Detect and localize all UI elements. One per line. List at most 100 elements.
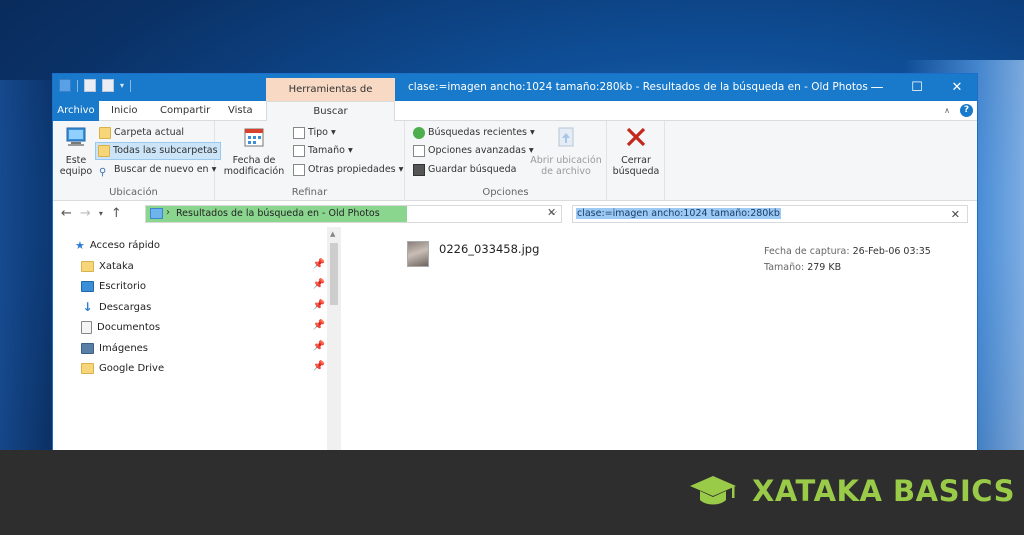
pin-icon[interactable]: 📌	[313, 259, 325, 270]
toolbar-divider	[77, 79, 78, 92]
help-icon[interactable]: ?	[960, 104, 973, 117]
search-input[interactable]: clase:=imagen ancho:1024 tamaño:280kb ✕	[572, 205, 968, 223]
close-button[interactable]: ✕	[937, 74, 977, 101]
nav-item-documentos[interactable]: Documentos 📌	[81, 318, 325, 336]
tipo-button[interactable]: Tipo ▾	[291, 124, 338, 142]
customize-chevron-down-icon[interactable]: ▾	[120, 81, 124, 90]
chevron-down-icon: ▾	[398, 164, 404, 175]
pin-icon[interactable]: 📌	[313, 279, 325, 290]
group-cerrar: Cerrar búsqueda	[607, 121, 665, 201]
properties-list-icon	[293, 164, 305, 176]
results-pane: 0226_033458.jpg Fecha de captura: 26-Feb…	[341, 227, 977, 452]
nav-item-escritorio[interactable]: Escritorio 📌	[81, 277, 325, 295]
recent-locations-chevron-icon[interactable]: ▾	[99, 209, 103, 218]
busquedas-recientes-button[interactable]: Búsquedas recientes ▾	[411, 124, 537, 142]
tab-compartir[interactable]: Compartir	[152, 101, 218, 121]
breadcrumb: Resultados de la búsqueda en - Old Photo…	[176, 208, 380, 219]
tamano-button[interactable]: Tamaño ▾	[291, 142, 355, 160]
computer-icon	[66, 127, 86, 146]
address-bar: ← → ▾ ↑ › Resultados de la búsqueda en -…	[53, 201, 977, 227]
opciones-avanzadas-button[interactable]: Opciones avanzadas ▾	[411, 142, 536, 160]
fecha-modificacion-button[interactable]: Fecha de modificación	[219, 125, 289, 177]
folder-icon	[81, 260, 94, 272]
todas-subcarpetas-button[interactable]: Todas las subcarpetas	[95, 142, 221, 160]
group-refinar: Fecha de modificación Tipo ▾ Tamaño ▾ Ot…	[215, 121, 405, 201]
cerrar-busqueda-button[interactable]: Cerrar búsqueda	[611, 125, 661, 177]
open-location-icon	[558, 127, 574, 147]
otras-propiedades-button[interactable]: Otras propiedades ▾	[291, 161, 405, 179]
tab-vista[interactable]: Vista	[220, 101, 261, 121]
nav-item-descargas[interactable]: ↓ Descargas 📌	[81, 298, 325, 316]
forward-arrow-icon[interactable]: →	[80, 206, 91, 221]
documents-icon	[81, 320, 92, 334]
group-label-refinar: Refinar	[291, 187, 328, 198]
breadcrumb-chevron-icon[interactable]: ›	[166, 207, 170, 218]
nav-item-imagenes[interactable]: Imágenes 📌	[81, 339, 325, 357]
minimize-button[interactable]: —	[857, 74, 897, 101]
search-results-icon	[150, 208, 163, 219]
navigation-pane: ★ Acceso rápido Xataka 📌 Escritorio 📌 ↓ …	[53, 227, 341, 452]
pin-icon[interactable]: 📌	[313, 320, 325, 331]
folder-icon	[81, 362, 94, 374]
download-icon: ↓	[82, 300, 93, 314]
tab-buscar[interactable]: Buscar	[266, 101, 395, 122]
tab-inicio[interactable]: Inicio	[103, 101, 145, 121]
pin-icon[interactable]: 📌	[313, 300, 325, 311]
path-field[interactable]: › Resultados de la búsqueda en - Old Pho…	[145, 205, 562, 223]
group-opciones: Búsquedas recientes ▾ Opciones avanzadas…	[405, 121, 607, 201]
star-icon: ★	[75, 238, 85, 252]
pin-icon[interactable]: 📌	[313, 361, 325, 372]
scroll-up-icon[interactable]: ▲	[330, 230, 335, 238]
tab-archivo[interactable]: Archivo	[53, 101, 99, 121]
folder-icon	[99, 127, 111, 139]
nav-item-xataka[interactable]: Xataka 📌	[81, 257, 325, 275]
properties-icon[interactable]	[84, 79, 96, 92]
title-bar: ▾ Herramientas de búsqueda clase:=imagen…	[53, 74, 977, 118]
toolbar-divider	[130, 79, 132, 92]
file-name[interactable]: 0226_033458.jpg	[439, 242, 539, 256]
recent-searches-icon	[413, 127, 425, 139]
este-equipo-button[interactable]: Este equipo	[57, 125, 95, 177]
group-ubicacion: Este equipo Carpeta actual Todas las sub…	[53, 121, 221, 201]
group-label-opciones: Opciones	[482, 187, 529, 198]
wallpaper-shade	[0, 80, 60, 460]
chevron-down-icon: ▾	[331, 127, 336, 138]
scrollbar-thumb[interactable]	[330, 243, 338, 305]
explorer-window: ▾ Herramientas de búsqueda clase:=imagen…	[52, 73, 978, 453]
nav-item-acceso-rapido[interactable]: ★ Acceso rápido	[75, 236, 319, 254]
back-arrow-icon[interactable]: ←	[61, 206, 72, 221]
chevron-down-icon: ▾	[347, 145, 353, 156]
minimize-ribbon-chevron-icon[interactable]: ∧	[944, 106, 950, 115]
abrir-ubicacion-button[interactable]: Abrir ubicación de archivo	[529, 125, 603, 177]
ribbon-tabs: Archivo Inicio Compartir Vista Buscar ∧ …	[53, 101, 977, 122]
graduation-cap-icon	[690, 476, 736, 505]
file-size-icon	[293, 145, 305, 157]
window-controls: — ☐ ✕	[857, 74, 977, 101]
brand-logo: XATAKA BASICS	[688, 472, 1015, 510]
new-folder-icon[interactable]	[102, 79, 114, 92]
image-thumbnail[interactable]	[407, 241, 429, 267]
pictures-icon	[81, 342, 94, 354]
save-icon	[413, 164, 425, 176]
clear-search-icon[interactable]: ✕	[951, 208, 960, 221]
carpeta-actual-button[interactable]: Carpeta actual	[97, 124, 186, 142]
stop-search-icon[interactable]: ✕	[547, 206, 556, 219]
buscar-nuevo-button[interactable]: ⚲ Buscar de nuevo en ▾	[97, 161, 218, 179]
maximize-button[interactable]: ☐	[897, 74, 937, 101]
group-label-ubicacion: Ubicación	[109, 187, 158, 198]
ribbon: Este equipo Carpeta actual Todas las sub…	[53, 121, 977, 201]
calendar-icon	[244, 128, 264, 147]
guardar-busqueda-button[interactable]: Guardar búsqueda	[411, 161, 518, 179]
up-arrow-icon[interactable]: ↑	[111, 206, 122, 221]
desktop-icon	[81, 280, 94, 292]
search-icon: ⚲	[99, 167, 107, 178]
subfolders-icon	[98, 145, 110, 157]
navigation-buttons: ← → ▾ ↑	[61, 206, 122, 221]
nav-scrollbar[interactable]: ▲	[327, 227, 341, 452]
pin-icon[interactable]: 📌	[313, 341, 325, 352]
search-query: clase:=imagen ancho:1024 tamaño:280kb	[576, 208, 781, 219]
brand-name: XATAKA BASICS	[752, 474, 1015, 508]
explorer-icon	[59, 79, 71, 92]
file-type-icon	[293, 127, 305, 139]
nav-item-google-drive[interactable]: Google Drive 📌	[81, 359, 325, 377]
